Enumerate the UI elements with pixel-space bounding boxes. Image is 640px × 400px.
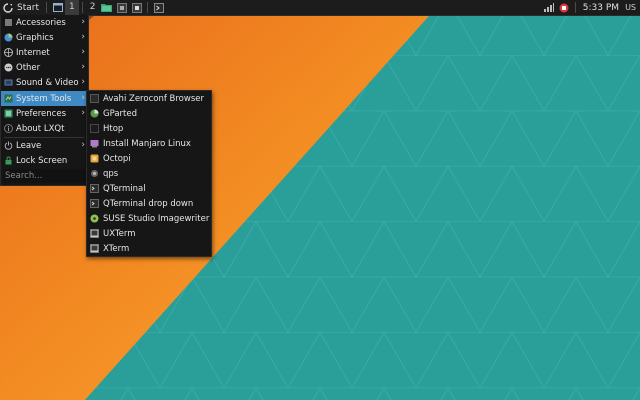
media-player-icon[interactable] — [131, 2, 142, 13]
chevron-right-icon: › — [81, 62, 85, 72]
start-button[interactable]: Start — [0, 0, 43, 15]
installer-icon — [90, 139, 99, 148]
gparted-icon — [90, 109, 99, 118]
menu-item-label: Sound & Video — [16, 77, 79, 88]
htop-icon — [90, 124, 99, 133]
accessories-icon — [4, 18, 13, 27]
submenu-item-suse-imagewriter[interactable]: SUSE Studio Imagewriter — [87, 211, 211, 226]
submenu-item-label: UXTerm — [103, 228, 136, 239]
menu-item-label: System Tools — [16, 93, 72, 104]
submenu-item-gparted[interactable]: GParted — [87, 106, 211, 121]
avahi-icon — [90, 94, 99, 103]
menu-item-system-tools[interactable]: System Tools › — [1, 91, 88, 106]
taskbar: Start 1 2 5:33 PM US — [0, 0, 640, 16]
octopi-icon — [90, 154, 99, 163]
chevron-right-icon: › — [81, 17, 85, 27]
xterm-icon — [90, 229, 99, 238]
terminal-icon — [90, 184, 99, 193]
menu-item-about-lxqt[interactable]: About LXQt — [1, 121, 88, 136]
screenshot-icon[interactable] — [116, 2, 127, 13]
graphics-icon — [4, 33, 13, 42]
menu-item-leave[interactable]: Leave › — [1, 138, 88, 153]
menu-search-input[interactable] — [3, 169, 89, 183]
menu-item-label: Leave — [16, 140, 42, 151]
terminal-launcher-icon[interactable] — [153, 2, 164, 13]
chevron-right-icon: › — [81, 140, 85, 150]
chevron-right-icon: › — [81, 77, 85, 87]
system-tools-submenu: Avahi Zeroconf Browser GParted Htop Inst… — [86, 90, 212, 257]
qps-icon — [90, 169, 99, 178]
menu-item-label: Preferences — [16, 108, 66, 119]
leave-icon — [4, 141, 13, 150]
other-icon — [4, 63, 13, 72]
submenu-item-label: SUSE Studio Imagewriter — [103, 213, 210, 224]
taskbar-separator — [81, 2, 83, 13]
show-desktop-icon[interactable] — [52, 2, 63, 13]
system-tools-icon — [4, 94, 13, 103]
submenu-item-label: QTerminal drop down — [103, 198, 194, 209]
menu-item-internet[interactable]: Internet › — [1, 45, 88, 60]
chevron-right-icon: › — [81, 93, 85, 103]
submenu-item-label: Avahi Zeroconf Browser — [103, 93, 204, 104]
menu-item-sound-video[interactable]: Sound & Video › — [1, 75, 88, 90]
chevron-right-icon: › — [81, 32, 85, 42]
submenu-item-qps[interactable]: qps — [87, 166, 211, 181]
submenu-item-octopi[interactable]: Octopi — [87, 151, 211, 166]
submenu-item-install-manjaro[interactable]: Install Manjaro Linux — [87, 136, 211, 151]
submenu-item-uxterm[interactable]: UXTerm — [87, 226, 211, 241]
menu-item-label: Lock Screen — [16, 155, 68, 166]
xterm-icon — [90, 244, 99, 253]
menu-item-label: Other — [16, 62, 41, 73]
menu-item-label: Internet — [16, 47, 50, 58]
submenu-item-htop[interactable]: Htop — [87, 121, 211, 136]
menu-item-label: About LXQt — [16, 123, 65, 134]
desktop-switch-1[interactable]: 1 — [65, 0, 79, 15]
application-menu: Accessories › Graphics › Internet › Othe… — [0, 15, 89, 186]
start-label: Start — [17, 2, 39, 13]
chevron-right-icon: › — [81, 108, 85, 118]
notification-icon[interactable] — [559, 2, 570, 13]
menu-item-graphics[interactable]: Graphics › — [1, 30, 88, 45]
submenu-item-label: Htop — [103, 123, 124, 134]
menu-item-accessories[interactable]: Accessories › — [1, 15, 88, 30]
desktop-switch-2[interactable]: 2 — [86, 0, 100, 15]
submenu-item-qterminal[interactable]: QTerminal — [87, 181, 211, 196]
file-manager-icon[interactable] — [101, 2, 113, 13]
chevron-right-icon: › — [81, 47, 85, 57]
lxqt-logo-icon — [3, 2, 13, 13]
network-signal-icon[interactable] — [544, 2, 555, 13]
taskbar-separator — [147, 2, 149, 13]
preferences-icon — [4, 109, 13, 118]
submenu-item-label: Install Manjaro Linux — [103, 138, 191, 149]
lock-icon — [4, 156, 13, 165]
clock[interactable]: 5:33 PM — [583, 3, 619, 13]
imagewriter-icon — [90, 214, 99, 223]
terminal-icon — [90, 199, 99, 208]
keyboard-layout-indicator[interactable]: US — [625, 3, 636, 12]
menu-item-lock-screen[interactable]: Lock Screen — [1, 153, 88, 168]
submenu-item-label: Octopi — [103, 153, 131, 164]
menu-item-preferences[interactable]: Preferences › — [1, 106, 88, 121]
submenu-item-label: qps — [103, 168, 119, 179]
menu-item-label: Graphics — [16, 32, 54, 43]
submenu-item-label: QTerminal — [103, 183, 146, 194]
menu-item-other[interactable]: Other › — [1, 60, 88, 75]
submenu-item-label: XTerm — [103, 243, 130, 254]
submenu-item-qterminal-dropdown[interactable]: QTerminal drop down — [87, 196, 211, 211]
taskbar-separator — [574, 2, 576, 13]
submenu-item-label: GParted — [103, 108, 137, 119]
submenu-item-xterm[interactable]: XTerm — [87, 241, 211, 256]
submenu-item-avahi[interactable]: Avahi Zeroconf Browser — [87, 91, 211, 106]
taskbar-separator — [46, 2, 47, 13]
menu-item-label: Accessories — [16, 17, 66, 28]
sound-video-icon — [4, 78, 13, 87]
about-icon — [4, 124, 13, 133]
internet-icon — [4, 48, 13, 57]
